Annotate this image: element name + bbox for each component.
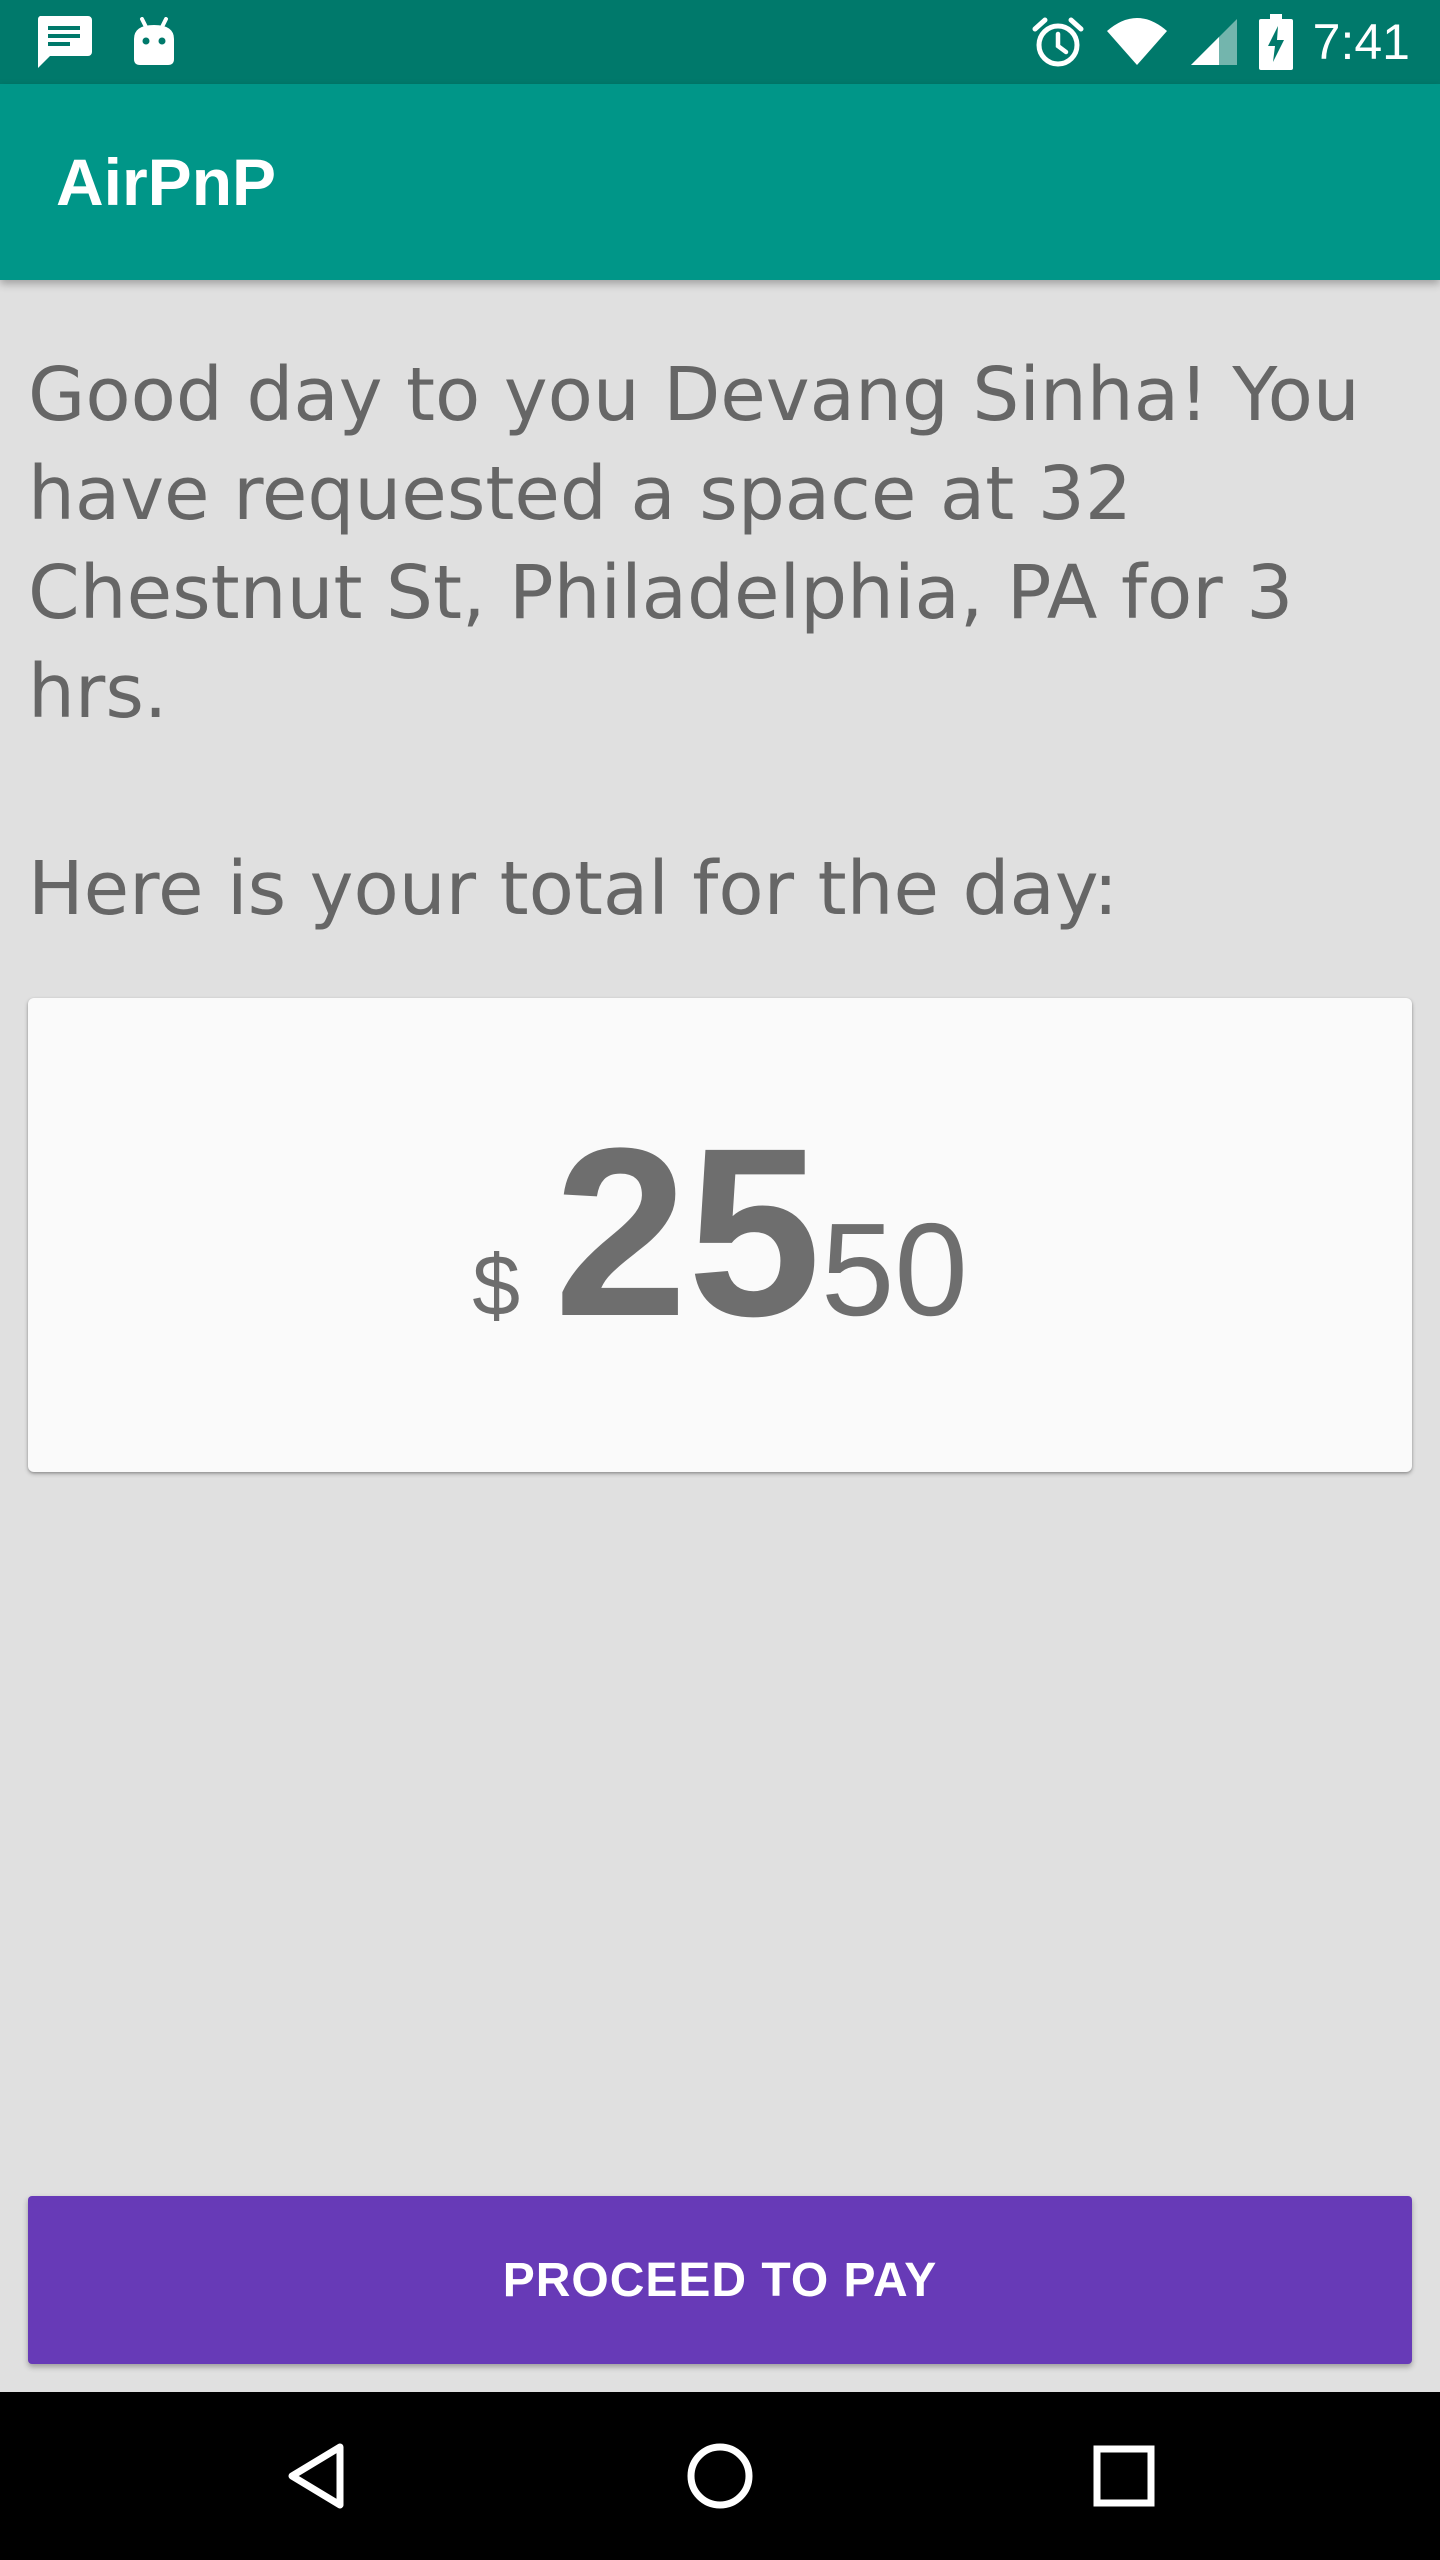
android-icon [132, 17, 176, 67]
back-button[interactable] [266, 2426, 366, 2526]
status-time: 7:41 [1312, 14, 1410, 70]
total-label: Here is your total for the day: [28, 846, 1119, 932]
home-icon [687, 2443, 753, 2509]
wifi-icon [1105, 17, 1169, 67]
price-display: $ 25 50 [28, 1112, 1412, 1352]
proceed-to-pay-button[interactable]: PROCEED TO PAY [28, 2196, 1412, 2364]
recents-button[interactable] [1074, 2426, 1174, 2526]
home-button[interactable] [670, 2426, 770, 2526]
signal-icon [1189, 17, 1239, 67]
request-message: Good day to you Devang Sinha! You have r… [28, 352, 1360, 735]
main-content: Good day to you Devang Sinha! You have r… [0, 280, 1440, 2392]
message-icon [34, 14, 94, 70]
alarm-icon [1031, 15, 1085, 69]
price-cents: 50 [820, 1196, 968, 1343]
app-title: AirPnP [56, 145, 277, 219]
status-bar-system: 7:41 [1031, 12, 1410, 72]
price-dollars: 25 [554, 1098, 821, 1366]
recents-icon [1093, 2445, 1155, 2507]
battery-charging-icon [1258, 14, 1293, 70]
status-bar-notifications [34, 12, 176, 72]
price-card: $ 25 50 [28, 998, 1412, 1472]
app-bar: AirPnP [0, 84, 1440, 280]
back-icon [288, 2443, 344, 2509]
price-currency: $ [472, 1238, 521, 1334]
status-bar: 7:41 [0, 0, 1440, 84]
navigation-bar [0, 2392, 1440, 2560]
